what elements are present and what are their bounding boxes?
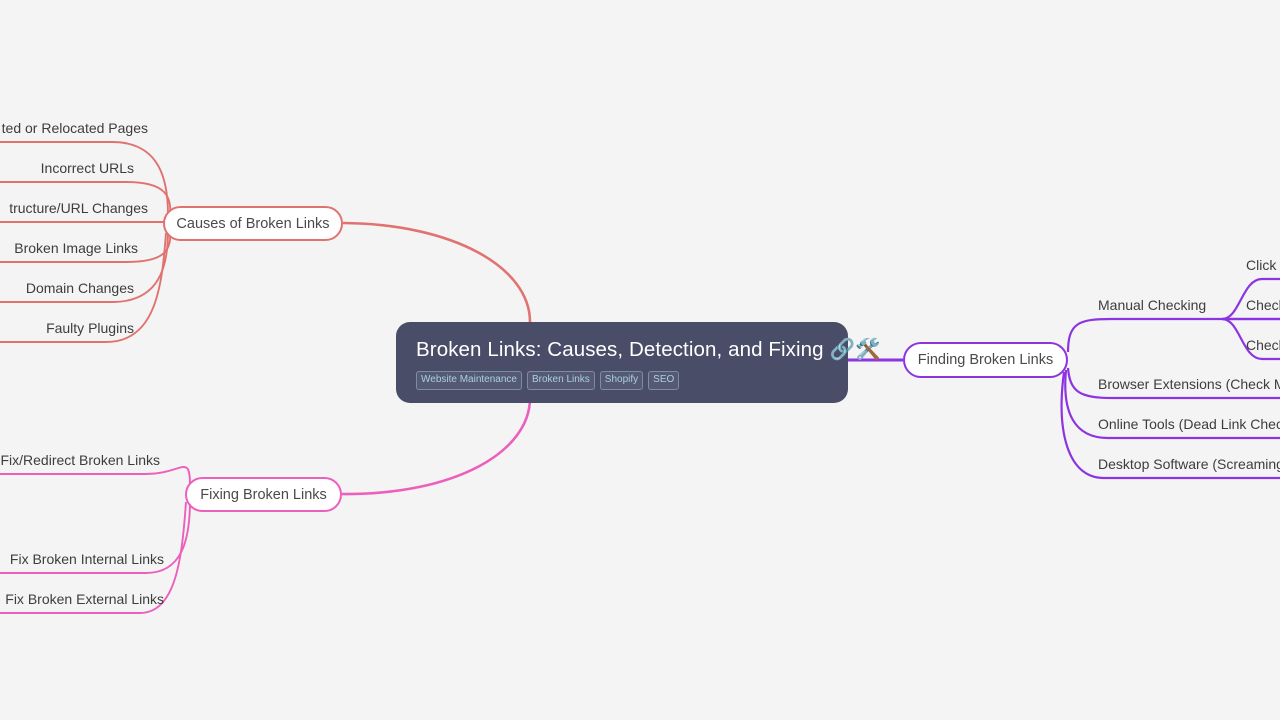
leaf-incorrect-urls[interactable]: Incorrect URLs (0, 161, 134, 175)
leaf-site-structure-url-changes[interactable]: tructure/URL Changes (0, 201, 148, 215)
leaf-faulty-plugins[interactable]: Faulty Plugins (0, 321, 134, 335)
wire-root-causes (342, 221, 532, 323)
leaf-domain-changes[interactable]: Domain Changes (0, 281, 134, 295)
tag-broken-links[interactable]: Broken Links (526, 370, 595, 390)
tag-shopify[interactable]: Shopify (599, 370, 644, 390)
leaf-broken-image-links[interactable]: Broken Image Links (0, 241, 138, 255)
leaf-manual-checking[interactable]: Manual Checking (1098, 298, 1206, 312)
leaf-fix-broken-internal-links[interactable]: Fix Broken Internal Links (0, 552, 164, 566)
leaf-manual-sub-click[interactable]: Click (1246, 258, 1276, 272)
leaf-deleted-or-relocated-pages[interactable]: ted or Relocated Pages (0, 121, 148, 135)
mindmap-canvas[interactable]: Broken Links: Causes, Detection, and Fix… (0, 0, 1280, 720)
leaf-fix-redirect-broken-links[interactable]: Fix/Redirect Broken Links (0, 453, 160, 467)
wire-root-fixing (341, 397, 532, 496)
tag-seo[interactable]: SEO (648, 370, 680, 390)
leaf-online-tools[interactable]: Online Tools (Dead Link Checke (1098, 417, 1280, 431)
branch-node-causes-of-broken-links[interactable]: Causes of Broken Links (163, 206, 343, 241)
leaf-fix-broken-external-links[interactable]: Fix Broken External Links (0, 592, 164, 606)
root-title: Broken Links: Causes, Detection, and Fix… (416, 338, 881, 361)
leaf-browser-extensions[interactable]: Browser Extensions (Check My (1098, 377, 1280, 391)
leaf-manual-sub-check-2[interactable]: Check (1246, 338, 1280, 352)
wire-fixing-child-0 (0, 466, 191, 487)
root-tag-list: Website Maintenance Broken Links Shopify… (416, 370, 828, 390)
leaf-manual-sub-check-1[interactable]: Check (1246, 298, 1280, 312)
branch-node-fixing-broken-links[interactable]: Fixing Broken Links (185, 477, 342, 512)
leaf-desktop-software[interactable]: Desktop Software (Screaming (1098, 457, 1280, 471)
branch-node-finding-broken-links[interactable]: Finding Broken Links (903, 342, 1068, 378)
tag-website-maintenance[interactable]: Website Maintenance (416, 370, 522, 390)
root-node[interactable]: Broken Links: Causes, Detection, and Fix… (396, 322, 881, 403)
